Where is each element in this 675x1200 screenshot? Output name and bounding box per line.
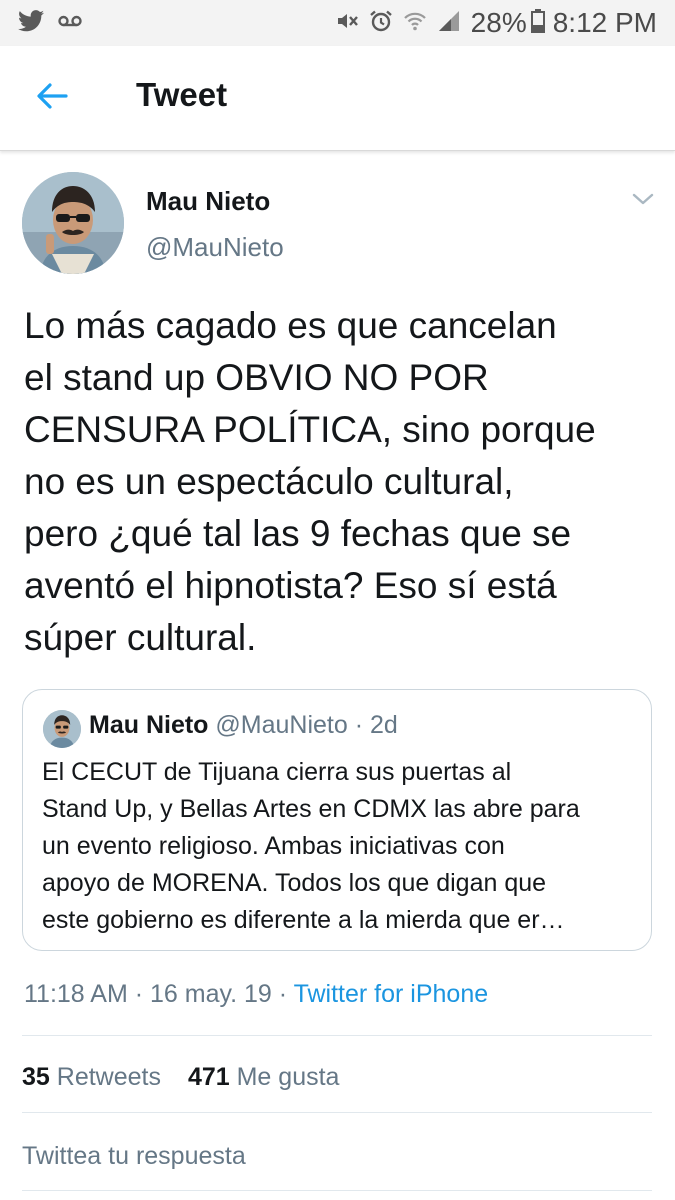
quoted-avatar xyxy=(43,710,81,748)
chevron-down-icon xyxy=(632,192,654,211)
back-button[interactable] xyxy=(30,76,74,120)
mute-icon xyxy=(335,9,359,38)
status-left xyxy=(18,9,96,37)
divider xyxy=(22,1035,652,1036)
app-header: Tweet xyxy=(0,46,675,151)
quoted-author-name: Mau Nieto xyxy=(89,711,209,739)
tweet-timestamp: 11:18 AM · 16 may. 19 · xyxy=(24,980,294,1008)
status-bar: 28% 8:12 PM xyxy=(0,0,675,46)
voicemail-icon xyxy=(58,14,82,33)
retweets-count: 35 xyxy=(22,1063,50,1091)
divider xyxy=(22,1112,652,1113)
quoted-text: El CECUT de Tijuana cierra sus puertas a… xyxy=(42,758,580,934)
battery-percentage: 28% xyxy=(470,7,527,38)
status-right: 28% 8:12 PM xyxy=(325,7,657,39)
retweets-stat[interactable]: 35 Retweets xyxy=(22,1063,161,1091)
tweet-stats: 35 Retweets 471 Me gusta xyxy=(22,1063,359,1092)
likes-stat[interactable]: 471 Me gusta xyxy=(188,1063,340,1091)
author-name[interactable]: Mau Nieto xyxy=(146,186,270,217)
retweets-label: Retweets xyxy=(56,1063,161,1091)
wifi-icon xyxy=(403,10,427,37)
avatar[interactable] xyxy=(22,172,124,274)
page-title: Tweet xyxy=(136,76,228,113)
quoted-meta: @MauNieto · 2d xyxy=(215,711,398,739)
tweet-meta: 11:18 AM · 16 may. 19 · Twitter for iPho… xyxy=(24,980,488,1009)
reply-input[interactable]: Twittea tu respuesta xyxy=(22,1142,246,1171)
quoted-header: Mau Nieto @MauNieto · 2d xyxy=(89,711,398,740)
author-handle[interactable]: @MauNieto xyxy=(146,232,284,263)
signal-icon xyxy=(437,9,461,38)
likes-label: Me gusta xyxy=(236,1063,340,1091)
quoted-tweet[interactable]: Mau Nieto @MauNieto · 2d El CECUT de Tij… xyxy=(22,689,652,951)
divider xyxy=(22,1190,652,1191)
more-options-button[interactable] xyxy=(628,188,658,214)
twitter-bird-icon xyxy=(18,9,44,37)
tweet-source-link[interactable]: Twitter for iPhone xyxy=(294,980,489,1008)
likes-count: 471 xyxy=(187,1063,230,1091)
alarm-icon xyxy=(369,9,393,38)
tweet-text: Lo más cagado es que cancelan el stand u… xyxy=(24,305,596,658)
battery-icon xyxy=(530,8,545,38)
back-arrow-icon xyxy=(36,82,68,115)
status-time: 8:12 PM xyxy=(552,7,657,38)
